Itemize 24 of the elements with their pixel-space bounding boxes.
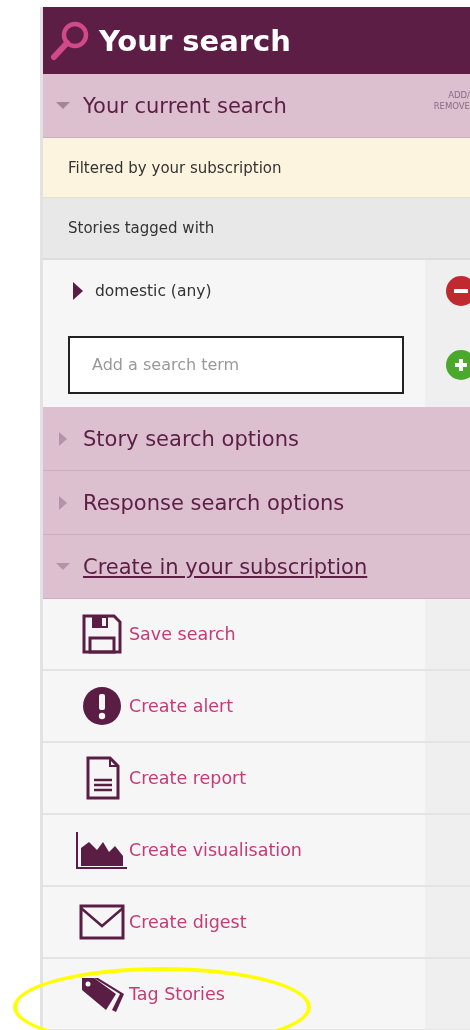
action-link[interactable]: Create alert <box>129 696 234 716</box>
section-header[interactable]: Your current search ADD/ REMOVE <box>43 74 470 138</box>
minus-icon <box>454 289 468 293</box>
section-header-button[interactable]: Story search options <box>83 426 299 451</box>
remove-button[interactable] <box>446 276 470 306</box>
panel-title: Your search <box>99 23 291 58</box>
section-title: Your current search <box>83 93 287 118</box>
caret-right-icon <box>73 282 83 300</box>
plus-icon <box>454 357 468 372</box>
tagged-label: Stories tagged with <box>43 198 470 260</box>
filter-notice: Filtered by your subscription <box>43 138 470 198</box>
add-remove-link[interactable]: ADD/ REMOVE <box>430 90 470 112</box>
action-link[interactable]: Create report <box>129 768 247 788</box>
action-link[interactable]: Create digest <box>129 912 247 932</box>
area-chart-icon <box>75 830 129 870</box>
action-link[interactable]: Create visualisation <box>129 840 302 860</box>
search-term: domestic (any) <box>95 282 212 300</box>
add-button[interactable] <box>446 349 470 380</box>
search-term-input[interactable]: Add a search term <box>68 335 404 394</box>
envelope-icon <box>79 904 125 940</box>
action-link[interactable]: Save search <box>129 624 236 644</box>
search-icon <box>49 19 91 62</box>
action-link[interactable]: Tag Stories <box>129 984 225 1004</box>
exclamation-icon <box>82 686 122 726</box>
